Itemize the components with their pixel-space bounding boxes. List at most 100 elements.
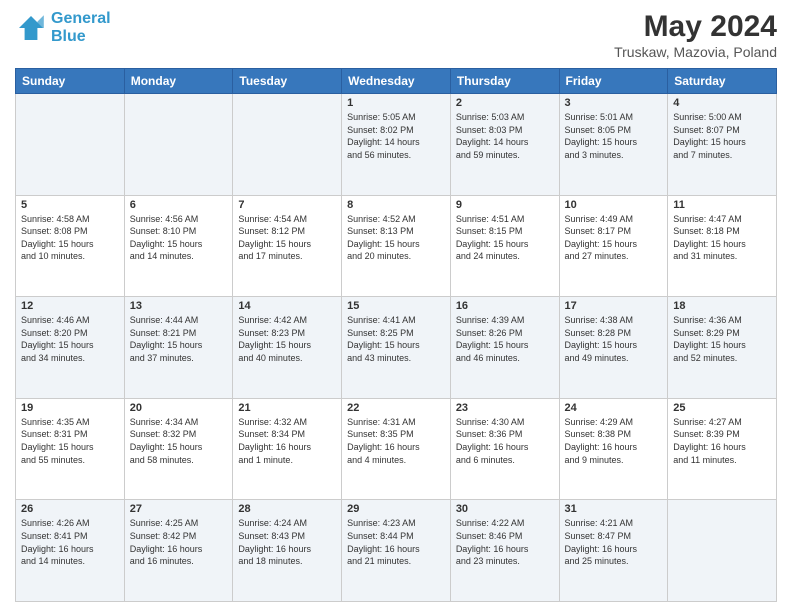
day-number: 6 xyxy=(130,199,228,211)
day-number: 1 xyxy=(347,97,445,109)
day-number: 11 xyxy=(673,199,771,211)
logo-text: General Blue xyxy=(51,10,111,45)
day-info: Sunrise: 4:23 AMSunset: 8:44 PMDaylight:… xyxy=(347,517,445,567)
calendar-week-4: 19 Sunrise: 4:35 AMSunset: 8:31 PMDayligh… xyxy=(16,398,777,500)
weekday-header-saturday: Saturday xyxy=(668,69,777,94)
day-number: 12 xyxy=(21,300,119,312)
day-info: Sunrise: 4:56 AMSunset: 8:10 PMDaylight:… xyxy=(130,213,228,263)
day-number: 26 xyxy=(21,503,119,515)
day-number: 30 xyxy=(456,503,554,515)
day-number: 29 xyxy=(347,503,445,515)
weekday-header-tuesday: Tuesday xyxy=(233,69,342,94)
day-info: Sunrise: 4:26 AMSunset: 8:41 PMDaylight:… xyxy=(21,517,119,567)
day-info: Sunrise: 4:49 AMSunset: 8:17 PMDaylight:… xyxy=(565,213,663,263)
day-number: 22 xyxy=(347,402,445,414)
day-info: Sunrise: 4:32 AMSunset: 8:34 PMDaylight:… xyxy=(238,416,336,466)
day-info: Sunrise: 5:00 AMSunset: 8:07 PMDaylight:… xyxy=(673,111,771,161)
day-info: Sunrise: 4:41 AMSunset: 8:25 PMDaylight:… xyxy=(347,314,445,364)
calendar-cell: 12 Sunrise: 4:46 AMSunset: 8:20 PMDayligh… xyxy=(16,297,125,399)
logo-icon xyxy=(15,12,47,44)
day-info: Sunrise: 4:54 AMSunset: 8:12 PMDaylight:… xyxy=(238,213,336,263)
day-number: 7 xyxy=(238,199,336,211)
title-block: May 2024 Truskaw, Mazovia, Poland xyxy=(614,10,777,60)
calendar-week-5: 26 Sunrise: 4:26 AMSunset: 8:41 PMDayligh… xyxy=(16,500,777,602)
calendar-cell: 4 Sunrise: 5:00 AMSunset: 8:07 PMDaylight… xyxy=(668,94,777,196)
weekday-header-friday: Friday xyxy=(559,69,668,94)
day-number: 20 xyxy=(130,402,228,414)
calendar-cell xyxy=(668,500,777,602)
day-number: 28 xyxy=(238,503,336,515)
calendar-cell: 2 Sunrise: 5:03 AMSunset: 8:03 PMDaylight… xyxy=(450,94,559,196)
day-info: Sunrise: 4:58 AMSunset: 8:08 PMDaylight:… xyxy=(21,213,119,263)
calendar-cell: 23 Sunrise: 4:30 AMSunset: 8:36 PMDayligh… xyxy=(450,398,559,500)
calendar-cell: 11 Sunrise: 4:47 AMSunset: 8:18 PMDayligh… xyxy=(668,195,777,297)
day-info: Sunrise: 5:05 AMSunset: 8:02 PMDaylight:… xyxy=(347,111,445,161)
calendar-cell: 17 Sunrise: 4:38 AMSunset: 8:28 PMDayligh… xyxy=(559,297,668,399)
calendar-cell: 29 Sunrise: 4:23 AMSunset: 8:44 PMDayligh… xyxy=(342,500,451,602)
calendar-cell: 22 Sunrise: 4:31 AMSunset: 8:35 PMDayligh… xyxy=(342,398,451,500)
calendar-cell: 19 Sunrise: 4:35 AMSunset: 8:31 PMDayligh… xyxy=(16,398,125,500)
weekday-header-sunday: Sunday xyxy=(16,69,125,94)
calendar-header-row: SundayMondayTuesdayWednesdayThursdayFrid… xyxy=(16,69,777,94)
day-info: Sunrise: 4:42 AMSunset: 8:23 PMDaylight:… xyxy=(238,314,336,364)
calendar-cell xyxy=(124,94,233,196)
day-info: Sunrise: 4:21 AMSunset: 8:47 PMDaylight:… xyxy=(565,517,663,567)
day-info: Sunrise: 4:29 AMSunset: 8:38 PMDaylight:… xyxy=(565,416,663,466)
day-number: 23 xyxy=(456,402,554,414)
day-number: 24 xyxy=(565,402,663,414)
calendar-cell: 1 Sunrise: 5:05 AMSunset: 8:02 PMDaylight… xyxy=(342,94,451,196)
calendar-week-2: 5 Sunrise: 4:58 AMSunset: 8:08 PMDaylight… xyxy=(16,195,777,297)
logo-general: General xyxy=(51,10,111,27)
calendar-cell: 26 Sunrise: 4:26 AMSunset: 8:41 PMDayligh… xyxy=(16,500,125,602)
day-number: 3 xyxy=(565,97,663,109)
calendar-cell: 8Sunrise: 4:52 AMSunset: 8:13 PMDaylight… xyxy=(342,195,451,297)
day-info: Sunrise: 4:35 AMSunset: 8:31 PMDaylight:… xyxy=(21,416,119,466)
calendar-cell: 10 Sunrise: 4:49 AMSunset: 8:17 PMDayligh… xyxy=(559,195,668,297)
logo: General Blue xyxy=(15,10,111,45)
calendar-cell: 3 Sunrise: 5:01 AMSunset: 8:05 PMDaylight… xyxy=(559,94,668,196)
weekday-header-wednesday: Wednesday xyxy=(342,69,451,94)
day-number: 10 xyxy=(565,199,663,211)
day-number: 5 xyxy=(21,199,119,211)
main-title: May 2024 xyxy=(614,10,777,44)
day-info: Sunrise: 4:47 AMSunset: 8:18 PMDaylight:… xyxy=(673,213,771,263)
day-info: Sunrise: 4:51 AMSunset: 8:15 PMDaylight:… xyxy=(456,213,554,263)
calendar-cell: 13Sunrise: 4:44 AMSunset: 8:21 PMDayligh… xyxy=(124,297,233,399)
day-number: 17 xyxy=(565,300,663,312)
day-info: Sunrise: 5:01 AMSunset: 8:05 PMDaylight:… xyxy=(565,111,663,161)
logo-blue: Blue xyxy=(51,28,86,45)
day-number: 16 xyxy=(456,300,554,312)
day-info: Sunrise: 4:38 AMSunset: 8:28 PMDaylight:… xyxy=(565,314,663,364)
day-info: Sunrise: 5:03 AMSunset: 8:03 PMDaylight:… xyxy=(456,111,554,161)
calendar-cell: 20Sunrise: 4:34 AMSunset: 8:32 PMDayligh… xyxy=(124,398,233,500)
calendar-cell: 31 Sunrise: 4:21 AMSunset: 8:47 PMDayligh… xyxy=(559,500,668,602)
day-info: Sunrise: 4:44 AMSunset: 8:21 PMDaylight:… xyxy=(130,314,228,364)
calendar-cell: 25Sunrise: 4:27 AMSunset: 8:39 PMDayligh… xyxy=(668,398,777,500)
calendar-cell: 30 Sunrise: 4:22 AMSunset: 8:46 PMDayligh… xyxy=(450,500,559,602)
calendar-cell: 21 Sunrise: 4:32 AMSunset: 8:34 PMDayligh… xyxy=(233,398,342,500)
day-number: 4 xyxy=(673,97,771,109)
day-number: 14 xyxy=(238,300,336,312)
weekday-header-thursday: Thursday xyxy=(450,69,559,94)
calendar-cell: 9Sunrise: 4:51 AMSunset: 8:15 PMDaylight… xyxy=(450,195,559,297)
day-number: 21 xyxy=(238,402,336,414)
header: General Blue May 2024 Truskaw, Mazovia, … xyxy=(15,10,777,60)
day-number: 18 xyxy=(673,300,771,312)
weekday-header-monday: Monday xyxy=(124,69,233,94)
calendar-cell xyxy=(233,94,342,196)
calendar-table: SundayMondayTuesdayWednesdayThursdayFrid… xyxy=(15,68,777,602)
day-info: Sunrise: 4:36 AMSunset: 8:29 PMDaylight:… xyxy=(673,314,771,364)
day-info: Sunrise: 4:30 AMSunset: 8:36 PMDaylight:… xyxy=(456,416,554,466)
day-number: 25 xyxy=(673,402,771,414)
day-number: 19 xyxy=(21,402,119,414)
day-info: Sunrise: 4:39 AMSunset: 8:26 PMDaylight:… xyxy=(456,314,554,364)
calendar-cell: 18 Sunrise: 4:36 AMSunset: 8:29 PMDayligh… xyxy=(668,297,777,399)
day-number: 2 xyxy=(456,97,554,109)
day-info: Sunrise: 4:46 AMSunset: 8:20 PMDaylight:… xyxy=(21,314,119,364)
day-info: Sunrise: 4:25 AMSunset: 8:42 PMDaylight:… xyxy=(130,517,228,567)
page: General Blue May 2024 Truskaw, Mazovia, … xyxy=(0,0,792,612)
calendar-cell: 15Sunrise: 4:41 AMSunset: 8:25 PMDayligh… xyxy=(342,297,451,399)
day-info: Sunrise: 4:31 AMSunset: 8:35 PMDaylight:… xyxy=(347,416,445,466)
day-number: 31 xyxy=(565,503,663,515)
day-info: Sunrise: 4:22 AMSunset: 8:46 PMDaylight:… xyxy=(456,517,554,567)
